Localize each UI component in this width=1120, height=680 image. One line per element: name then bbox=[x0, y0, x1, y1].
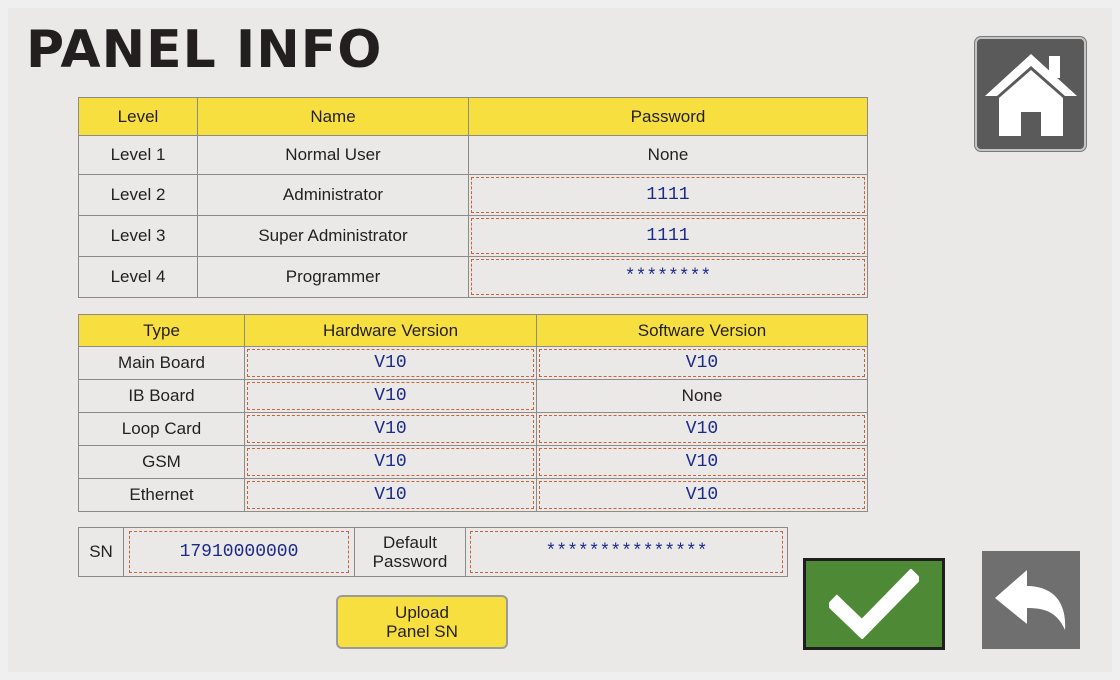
name-cell: Administrator bbox=[197, 174, 469, 216]
level-cell: Level 2 bbox=[78, 174, 198, 216]
table-row: Level 3 Super Administrator 1111 bbox=[78, 215, 868, 257]
table-row: Ethernet V10 V10 bbox=[78, 478, 868, 512]
upload-panel-sn-button[interactable]: Upload Panel SN bbox=[336, 595, 508, 649]
back-button[interactable] bbox=[982, 551, 1080, 649]
table-header-row: Level Name Password bbox=[78, 97, 868, 136]
password-input[interactable]: 1111 bbox=[471, 177, 865, 213]
back-arrow-icon bbox=[995, 570, 1066, 630]
default-password-label-line2: Password bbox=[372, 552, 448, 571]
table-row: Loop Card V10 V10 bbox=[78, 412, 868, 446]
software-cell: V10 bbox=[536, 346, 868, 380]
table-row: Level 4 Programmer ******** bbox=[78, 256, 868, 298]
table-row: IB Board V10 None bbox=[78, 379, 868, 413]
software-version-input[interactable]: V10 bbox=[539, 349, 865, 377]
password-cell: ******** bbox=[468, 256, 868, 298]
type-cell: Loop Card bbox=[78, 412, 245, 446]
table-row: Level 2 Administrator 1111 bbox=[78, 174, 868, 216]
name-cell: Super Administrator bbox=[197, 215, 469, 257]
software-cell: V10 bbox=[536, 412, 868, 446]
version-table: Type Hardware Version Software Version M… bbox=[78, 314, 868, 512]
password-input[interactable]: 1111 bbox=[471, 218, 865, 254]
upload-button-label-line2: Panel SN bbox=[386, 622, 458, 641]
level-cell: Level 4 bbox=[78, 256, 198, 298]
software-cell: None bbox=[536, 379, 868, 413]
column-header-type: Type bbox=[78, 314, 245, 347]
table-row: Main Board V10 V10 bbox=[78, 346, 868, 380]
software-version-input[interactable]: V10 bbox=[539, 481, 865, 509]
type-cell: Ethernet bbox=[78, 478, 245, 512]
software-version-input[interactable]: V10 bbox=[539, 415, 865, 443]
serial-number-input[interactable]: 17910000000 bbox=[129, 531, 349, 573]
column-header-name: Name bbox=[197, 97, 469, 136]
software-cell: V10 bbox=[536, 478, 868, 512]
column-header-password: Password bbox=[468, 97, 868, 136]
default-password-label: Default Password bbox=[354, 528, 466, 576]
column-header-software: Software Version bbox=[536, 314, 868, 347]
column-header-hardware: Hardware Version bbox=[244, 314, 537, 347]
password-input[interactable]: ******** bbox=[471, 259, 865, 295]
column-header-level: Level bbox=[78, 97, 198, 136]
page-title: PANEL INFO bbox=[26, 20, 383, 80]
table-row: GSM V10 V10 bbox=[78, 445, 868, 479]
hardware-version-input[interactable]: V10 bbox=[247, 481, 534, 509]
password-cell: None bbox=[468, 135, 868, 175]
level-cell: Level 3 bbox=[78, 215, 198, 257]
home-icon bbox=[984, 54, 1077, 136]
level-cell: Level 1 bbox=[78, 135, 198, 175]
default-password-input[interactable]: *************** bbox=[470, 531, 783, 573]
software-cell: V10 bbox=[536, 445, 868, 479]
type-cell: Main Board bbox=[78, 346, 245, 380]
name-cell: Programmer bbox=[197, 256, 469, 298]
password-cell: 1111 bbox=[468, 174, 868, 216]
home-button[interactable] bbox=[975, 37, 1086, 151]
table-row: Level 1 Normal User None bbox=[78, 135, 868, 175]
sn-label: SN bbox=[79, 528, 124, 576]
confirm-button[interactable] bbox=[803, 558, 945, 650]
hardware-version-input[interactable]: V10 bbox=[247, 415, 534, 443]
table-header-row: Type Hardware Version Software Version bbox=[78, 314, 868, 347]
hardware-cell: V10 bbox=[244, 346, 537, 380]
type-cell: GSM bbox=[78, 445, 245, 479]
hardware-cell: V10 bbox=[244, 412, 537, 446]
hardware-cell: V10 bbox=[244, 379, 537, 413]
name-cell: Normal User bbox=[197, 135, 469, 175]
checkmark-icon bbox=[829, 569, 919, 639]
default-password-label-line1: Default bbox=[383, 533, 437, 552]
password-cell: 1111 bbox=[468, 215, 868, 257]
serial-number-row: SN 17910000000 Default Password ********… bbox=[78, 527, 788, 577]
hardware-cell: V10 bbox=[244, 478, 537, 512]
user-level-table: Level Name Password Level 1 Normal User … bbox=[78, 97, 868, 298]
software-version-input[interactable]: V10 bbox=[539, 448, 865, 476]
hardware-cell: V10 bbox=[244, 445, 537, 479]
hardware-version-input[interactable]: V10 bbox=[247, 448, 534, 476]
hardware-version-input[interactable]: V10 bbox=[247, 349, 534, 377]
type-cell: IB Board bbox=[78, 379, 245, 413]
upload-button-label-line1: Upload bbox=[395, 603, 449, 622]
hardware-version-input[interactable]: V10 bbox=[247, 382, 534, 410]
